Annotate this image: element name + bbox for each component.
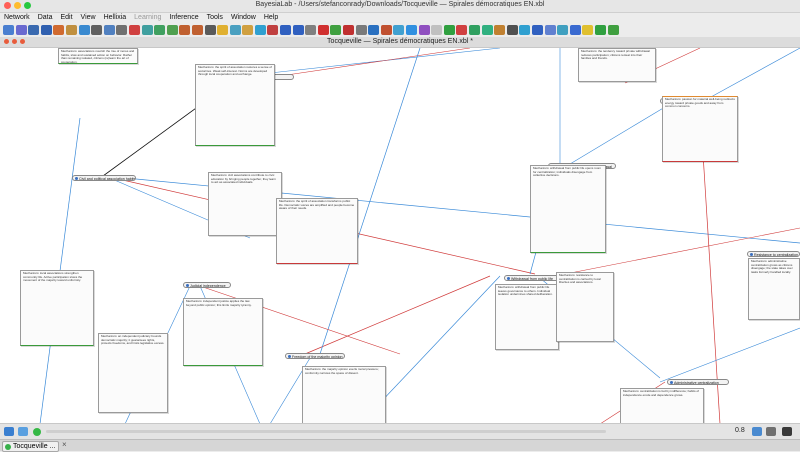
undo-icon[interactable] bbox=[179, 25, 191, 35]
menu-help[interactable]: Help bbox=[264, 14, 278, 21]
zoom-level: 0.8 bbox=[735, 427, 745, 434]
note-mechanism[interactable]: Mechanism: associations nourish the rise… bbox=[58, 48, 138, 64]
new-file-icon[interactable] bbox=[15, 25, 27, 35]
note-mechanism[interactable]: Mechanism: withdrawal from public life l… bbox=[495, 284, 559, 350]
validation-mode-icon[interactable] bbox=[18, 427, 28, 436]
comment-icon[interactable] bbox=[594, 25, 606, 35]
note-mechanism[interactable]: Mechanism: an independent judiciary boun… bbox=[98, 333, 168, 413]
view-icon[interactable] bbox=[752, 427, 762, 436]
menu-tools[interactable]: Tools bbox=[207, 14, 223, 21]
paste-icon[interactable] bbox=[166, 25, 178, 35]
chart-icon[interactable] bbox=[78, 25, 90, 35]
hand-icon[interactable] bbox=[217, 25, 229, 35]
monitor-panel-icon[interactable] bbox=[766, 427, 776, 436]
node-freedom-majority-opinion[interactable]: Freedom of the majority opinion bbox=[285, 353, 345, 359]
task-bar: Tocqueville ... × bbox=[0, 439, 800, 452]
note-mechanism[interactable]: Mechanism: centralization is fed by indi… bbox=[620, 388, 704, 424]
note-icon[interactable] bbox=[582, 25, 594, 35]
database-icon[interactable] bbox=[53, 25, 65, 35]
node-withdrawal-public-life[interactable]: Withdrawal from public life bbox=[504, 275, 564, 281]
octagon-icon[interactable] bbox=[557, 25, 569, 35]
note-mechanism[interactable]: Mechanism: the tendency toward private w… bbox=[578, 48, 656, 82]
note-mechanism[interactable]: Mechanism: passion for material well-bei… bbox=[662, 96, 738, 162]
toolbar bbox=[0, 23, 800, 37]
layout-icon[interactable] bbox=[204, 25, 216, 35]
arc-add-icon[interactable] bbox=[380, 25, 392, 35]
diamond-icon[interactable] bbox=[544, 25, 556, 35]
note-mechanism[interactable]: Mechanism: resistance to centralization … bbox=[556, 272, 614, 342]
network-canvas[interactable]: Norm-influencing association Civil and p… bbox=[0, 47, 800, 424]
clock-icon[interactable] bbox=[468, 25, 480, 35]
node-icon[interactable] bbox=[229, 25, 241, 35]
note-mechanism[interactable]: Mechanism: the majority opinion exerts m… bbox=[302, 366, 386, 424]
home-icon[interactable] bbox=[3, 25, 14, 35]
menu-hellixia[interactable]: Hellixia bbox=[104, 14, 127, 21]
save-icon[interactable] bbox=[40, 25, 52, 35]
trash-icon[interactable] bbox=[607, 25, 619, 35]
zoom-out-icon[interactable] bbox=[292, 25, 304, 35]
network-task-button[interactable]: Tocqueville ... bbox=[2, 441, 60, 452]
fit-icon[interactable] bbox=[330, 25, 342, 35]
note-mechanism[interactable]: Mechanism: civil associations contribute… bbox=[208, 172, 282, 236]
note-mechanism[interactable]: Mechanism: independent justice applies t… bbox=[183, 298, 263, 366]
print-icon[interactable] bbox=[65, 25, 77, 35]
close-task-icon[interactable]: × bbox=[62, 440, 67, 449]
note-mechanism[interactable]: Mechanism: the spirit of association tra… bbox=[276, 198, 358, 264]
note-mechanism[interactable]: Mechanism: withdrawal from public life o… bbox=[530, 165, 606, 253]
cut-icon[interactable] bbox=[141, 25, 153, 35]
status-indicator-icon bbox=[33, 428, 41, 436]
menu-window[interactable]: Window bbox=[231, 14, 256, 21]
dot-icon[interactable] bbox=[531, 25, 543, 35]
arc-icon[interactable] bbox=[317, 25, 329, 35]
note-mechanism[interactable]: Mechanism: local associations strengthen… bbox=[20, 270, 94, 346]
tree-icon[interactable] bbox=[481, 25, 493, 35]
network-icon[interactable] bbox=[254, 25, 266, 35]
menu-data[interactable]: Data bbox=[38, 14, 53, 21]
console-icon[interactable] bbox=[782, 427, 792, 436]
node-administrative-centralization[interactable]: Administrative centralization bbox=[667, 379, 729, 385]
cross-icon[interactable] bbox=[343, 25, 355, 35]
node-add-icon[interactable] bbox=[368, 25, 380, 35]
select-arrow-icon[interactable] bbox=[128, 25, 140, 35]
note-mechanism[interactable]: Mechanism: the spirit of association res… bbox=[195, 64, 275, 146]
search-icon[interactable] bbox=[103, 25, 115, 35]
circle-icon[interactable] bbox=[406, 25, 417, 35]
cursor-icon[interactable] bbox=[506, 25, 518, 35]
graph-icon[interactable] bbox=[267, 25, 279, 35]
target-icon[interactable] bbox=[418, 25, 430, 35]
copy-icon[interactable] bbox=[154, 25, 166, 35]
node-judicial-independence[interactable]: Judicial independence bbox=[183, 282, 231, 288]
cluster-icon[interactable] bbox=[569, 25, 581, 35]
redo-icon[interactable] bbox=[191, 25, 203, 35]
link-icon[interactable] bbox=[305, 25, 317, 35]
status-bar: 0.8 bbox=[0, 423, 800, 440]
square-icon[interactable] bbox=[431, 25, 443, 35]
open-folder-icon[interactable] bbox=[28, 25, 40, 35]
rectangle-icon[interactable] bbox=[355, 25, 367, 35]
graph-edit-icon[interactable] bbox=[494, 25, 506, 35]
menu-network[interactable]: Network bbox=[4, 14, 30, 21]
classes-icon[interactable] bbox=[519, 25, 531, 35]
network-task-label: Tocqueville ... bbox=[13, 443, 56, 450]
document-tab-bar: Tocqueville — Spirales démocratiques EN.… bbox=[0, 37, 800, 47]
menu-bar: Network Data Edit View Hellixia Learning Infer… bbox=[0, 12, 800, 23]
report-icon[interactable] bbox=[393, 25, 405, 35]
modeling-mode-icon[interactable] bbox=[4, 427, 14, 436]
progress-bar bbox=[46, 430, 606, 433]
gear-icon[interactable] bbox=[116, 25, 128, 35]
menu-edit[interactable]: Edit bbox=[60, 14, 72, 21]
node-civil-political-association-habits[interactable]: Civil and political association habits bbox=[72, 175, 136, 181]
document-title: Tocqueville — Spirales démocratiques EN.… bbox=[327, 38, 473, 45]
menu-view[interactable]: View bbox=[81, 14, 96, 21]
menu-learning[interactable]: Learning bbox=[134, 14, 161, 21]
note-mechanism[interactable]: Mechanism: administrative centralization… bbox=[748, 258, 800, 320]
menu-inference[interactable]: Inference bbox=[169, 14, 198, 21]
node-resistance-centralization[interactable]: Resistance to centralization bbox=[747, 251, 800, 257]
constraint-icon[interactable] bbox=[443, 25, 455, 35]
monitor-icon[interactable] bbox=[242, 25, 254, 35]
zoom-in-icon[interactable] bbox=[280, 25, 292, 35]
table-icon[interactable] bbox=[91, 25, 103, 35]
forbidden-icon[interactable] bbox=[456, 25, 468, 35]
window-title: BayesiaLab - /Users/stefanconrady/Downlo… bbox=[255, 1, 545, 8]
